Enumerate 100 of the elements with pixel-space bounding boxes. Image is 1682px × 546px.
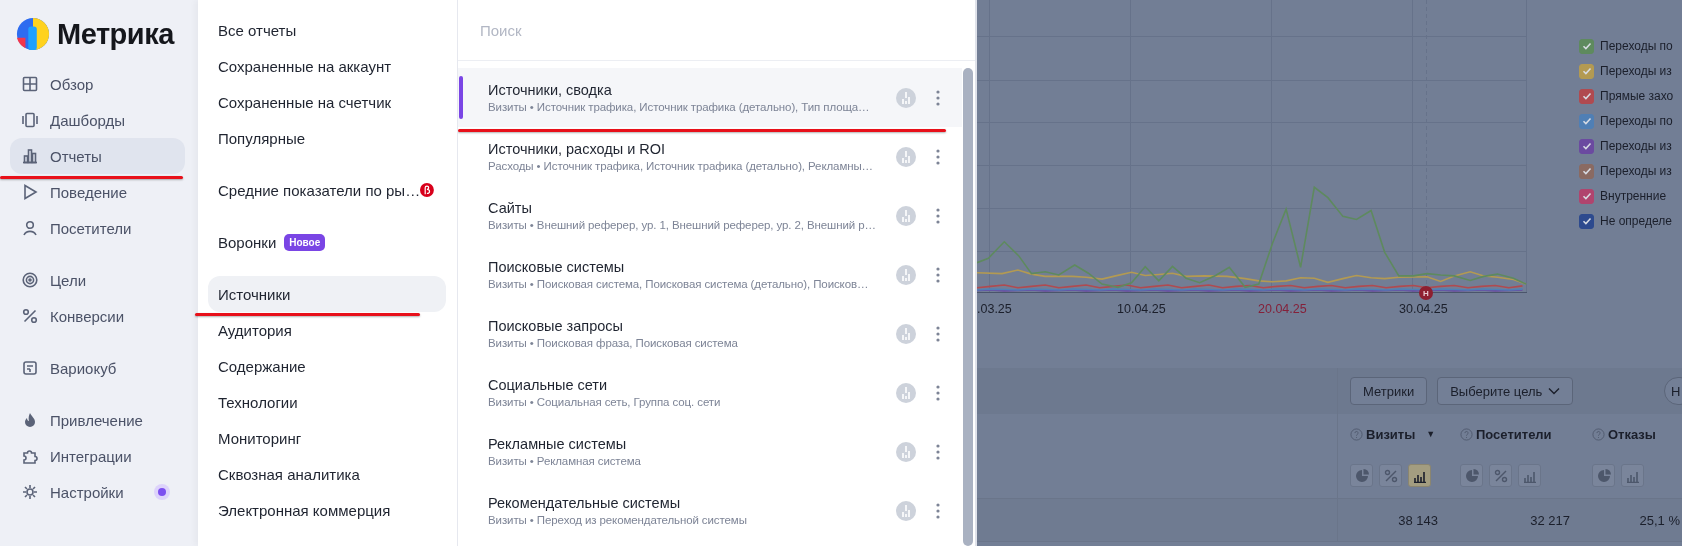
pie-view-toggle[interactable]: [1460, 464, 1483, 487]
report-item[interactable]: Поисковые запросы Визиты • Поисковая фраза, Поисковая система: [458, 304, 962, 363]
legend-checkbox[interactable]: [1579, 63, 1594, 79]
report-item[interactable]: Сайты Визиты • Внешний реферер, ур. 1, Внешний реферер, ур. 2, Внешний р…: [458, 186, 962, 245]
help-icon[interactable]: [1460, 427, 1473, 441]
legend-checkbox[interactable]: [1579, 38, 1594, 54]
legend-checkbox[interactable]: [1579, 138, 1594, 154]
chart-icon[interactable]: [896, 441, 916, 462]
report-item[interactable]: Источники, расходы и ROI Расходы • Источник трафика, Источник трафика (детально), Рекламны…: [458, 127, 962, 186]
goal-dropdown[interactable]: Выберите цель: [1437, 377, 1574, 405]
legend-checkbox[interactable]: [1579, 88, 1594, 104]
chart-icon[interactable]: [896, 264, 916, 285]
percent-icon: [1383, 468, 1398, 483]
nav-item[interactable]: Настройки: [10, 474, 185, 510]
pie-chart-icon: [1596, 468, 1611, 483]
pie-chart-icon: [1464, 468, 1479, 483]
more-icon[interactable]: [936, 89, 940, 106]
nav-item[interactable]: Интеграции: [10, 438, 185, 474]
nav-item[interactable]: Конверсии: [10, 298, 185, 334]
column-header[interactable]: Визиты: [1366, 426, 1416, 442]
sort-mark[interactable]: ▼: [1426, 429, 1436, 439]
more-icon[interactable]: [936, 325, 940, 342]
chart-icon[interactable]: [896, 87, 916, 108]
round-button[interactable]: Н: [1664, 377, 1682, 405]
category-item[interactable]: Мониторинг: [208, 420, 446, 456]
pie-view-toggle[interactable]: [1592, 464, 1615, 487]
nav-item[interactable]: Цели: [10, 262, 185, 298]
category-item[interactable]: Аудитория: [208, 312, 446, 348]
category-item[interactable]: Сохраненные на аккаунт: [208, 48, 446, 84]
legend-label: Переходы из: [1600, 64, 1672, 78]
category-item[interactable]: Популярные: [208, 120, 446, 156]
percent-view-toggle[interactable]: [1489, 464, 1512, 487]
help-icon[interactable]: [1350, 427, 1363, 441]
pie-chart-icon: [1354, 468, 1369, 483]
report-item[interactable]: Рекламные системы Визиты • Рекламная система: [458, 422, 962, 481]
nav-item[interactable]: Дашборды: [10, 102, 185, 138]
column-header[interactable]: Посетители: [1476, 426, 1552, 442]
category-item[interactable]: Воронки Новое: [208, 224, 446, 260]
date-label: .03.25: [977, 302, 1012, 316]
legend-checkbox[interactable]: [1579, 163, 1594, 179]
table-cell-text: 32 217: [1529, 512, 1570, 528]
nav-item[interactable]: Вариокуб: [10, 350, 185, 386]
nav-item[interactable]: Посетители: [10, 210, 185, 246]
report-item[interactable]: Рекомендательные системы Визиты • Переход из рекомендательной системы: [458, 481, 962, 540]
legend-label: Переходы из: [1600, 164, 1672, 178]
category-item[interactable]: Все отчеты: [208, 12, 446, 48]
report-item[interactable]: Источники, сводка Визиты • Источник трафика, Источник трафика (детально), Тип площа…: [458, 68, 962, 127]
caret-icon: [1548, 387, 1561, 395]
more-icon[interactable]: [936, 443, 940, 460]
nav-item[interactable]: Отчеты: [10, 138, 185, 174]
category-item[interactable]: Электронная коммерция: [208, 492, 446, 528]
bars-icon: [22, 148, 38, 164]
category-item[interactable]: Средние показатели по ры…: [208, 172, 446, 208]
bars-view-toggle[interactable]: [1621, 464, 1644, 487]
legend-checkbox[interactable]: [1579, 113, 1594, 129]
nav-item[interactable]: Привлечение: [10, 402, 185, 438]
more-icon[interactable]: [936, 266, 940, 283]
more-icon[interactable]: [936, 502, 940, 519]
more-icon[interactable]: [936, 384, 940, 401]
category-item[interactable]: Сохраненные на счетчик: [208, 84, 446, 120]
report-description: Визиты • Поисковая фраза, Поисковая система: [488, 337, 739, 349]
nav-item[interactable]: Поведение: [10, 174, 185, 210]
more-icon[interactable]: [936, 148, 940, 165]
category-item[interactable]: Сквозная аналитика: [208, 456, 446, 492]
chart-icon[interactable]: [896, 205, 916, 226]
report-title: Поисковые запросы: [488, 318, 624, 334]
percent-icon: [1493, 468, 1508, 483]
report-item[interactable]: Социальные сети Визиты • Социальная сеть, Группа соц. сети: [458, 363, 962, 422]
percent-view-toggle[interactable]: [1379, 464, 1402, 487]
more-icon[interactable]: [936, 207, 940, 224]
nav-item[interactable]: Обзор: [10, 66, 185, 102]
user-icon: [22, 220, 38, 236]
chart-icon[interactable]: [896, 146, 916, 167]
column-header[interactable]: Отказы: [1608, 426, 1656, 442]
scrollbar[interactable]: [963, 68, 973, 546]
category-item[interactable]: Технологии: [208, 384, 446, 420]
metrics-button[interactable]: Метрики: [1350, 377, 1428, 405]
chart-icon[interactable]: [896, 500, 916, 521]
report-title: Рекомендательные системы: [488, 495, 682, 511]
chart-icon[interactable]: [896, 382, 916, 403]
report-description: Расходы • Источник трафика, Источник трафика (детально), Рекламны…: [488, 160, 874, 172]
date-label: 30.04.25: [1399, 302, 1448, 316]
legend-checkbox[interactable]: [1579, 188, 1594, 204]
play-icon: [22, 184, 38, 200]
report-description: Визиты • Внешний реферер, ур. 1, Внешний реферер, ур. 2, Внешний р…: [488, 219, 877, 231]
chart-icon[interactable]: [896, 323, 916, 344]
puzzle-icon: [22, 448, 38, 464]
category-item[interactable]: Источники: [208, 276, 446, 312]
report-description: Визиты • Поисковая система, Поисковая система (детально), Поисков…: [488, 278, 870, 290]
help-icon[interactable]: [1592, 427, 1605, 441]
legend-checkbox[interactable]: [1579, 213, 1594, 229]
report-item[interactable]: Поисковые системы Визиты • Поисковая система, Поисковая система (детально), Поисков…: [458, 245, 962, 304]
bars-view-toggle[interactable]: [1408, 464, 1431, 487]
report-title: Рекламные системы: [488, 436, 628, 452]
target-icon: [22, 272, 38, 288]
logo-icon: [16, 17, 50, 51]
bars-view-toggle[interactable]: [1518, 464, 1541, 487]
category-item[interactable]: Содержание: [208, 348, 446, 384]
pie-view-toggle[interactable]: [1350, 464, 1373, 487]
fire-icon: [22, 412, 38, 428]
